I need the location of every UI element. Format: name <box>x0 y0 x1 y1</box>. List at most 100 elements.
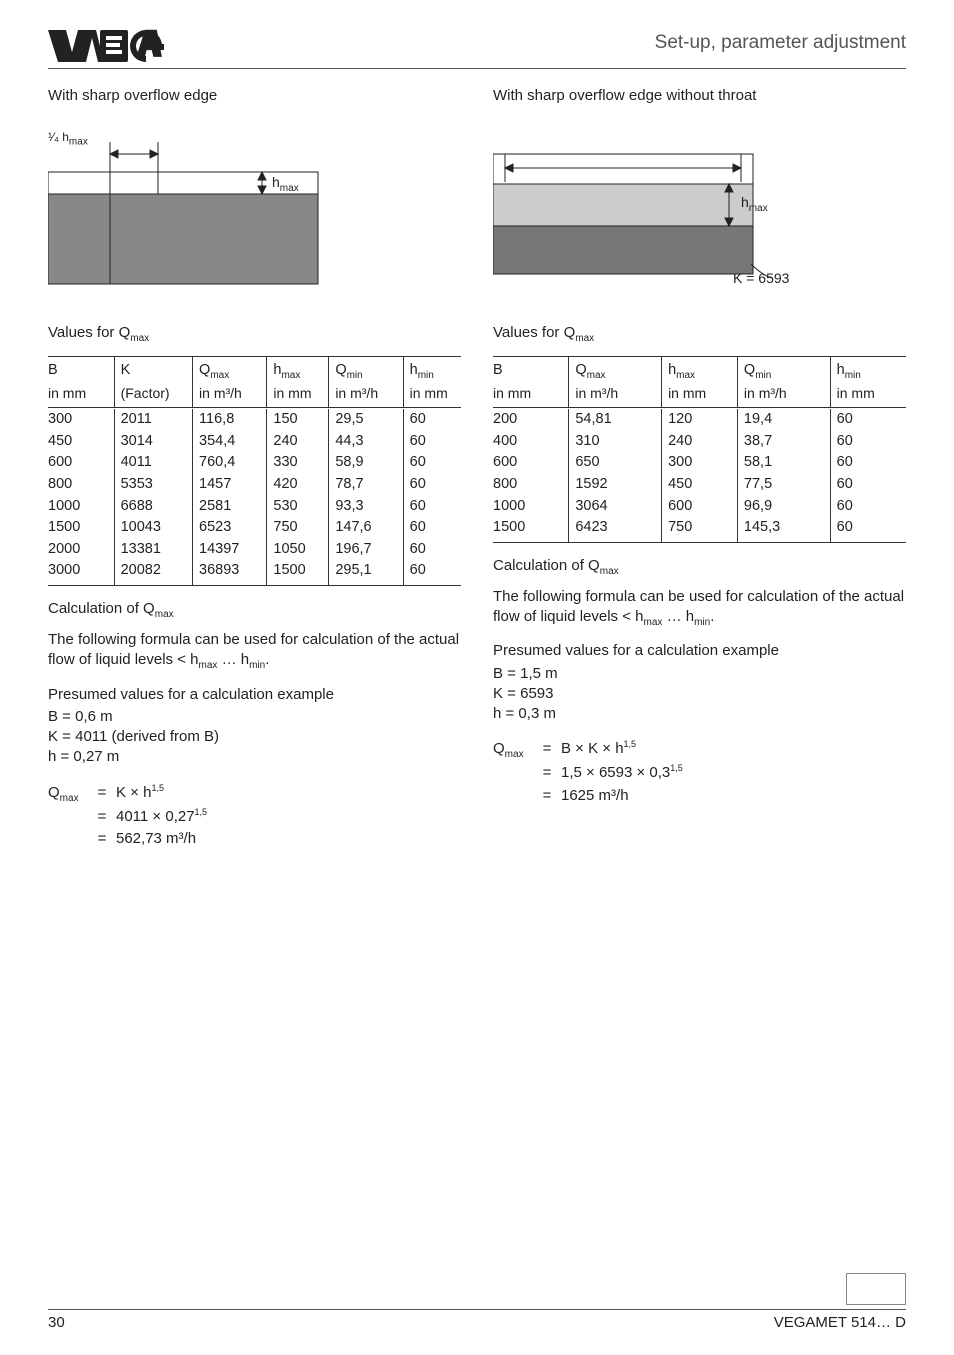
table-cell: 3014 <box>114 431 192 453</box>
table-cell: 150 <box>267 409 329 431</box>
table-cell: 60 <box>830 517 906 542</box>
presume-title-right: Presumed values for a calculation exampl… <box>493 641 906 661</box>
table-row: 300020082368931500295,160 <box>48 560 461 585</box>
calc-title-left: Calculation of Qmax <box>48 600 461 620</box>
table-row: 4503014354,424044,360 <box>48 431 461 453</box>
table-cell: 600 <box>662 496 738 518</box>
table-row: 6004011760,433058,960 <box>48 452 461 474</box>
table-cell: 1500 <box>48 517 114 539</box>
th: Qmax <box>569 357 662 384</box>
table-row: 3002011116,815029,560 <box>48 409 461 431</box>
table-cell: 530 <box>267 496 329 518</box>
left-title: With sharp overflow edge <box>48 87 461 104</box>
table-cell: 60 <box>403 517 461 539</box>
table-cell: 1000 <box>48 496 114 518</box>
th: Qmax <box>193 357 267 384</box>
th: in m³/h <box>329 383 403 407</box>
table-cell: 354,4 <box>193 431 267 453</box>
table-row: 15006423750145,360 <box>493 517 906 542</box>
table-cell: 196,7 <box>329 539 403 561</box>
th: in m³/h <box>737 383 830 407</box>
quarter-hmax-label: ¹⁄₄ hmax <box>48 130 88 147</box>
table-cell: 120 <box>662 409 738 431</box>
table-cell: 116,8 <box>193 409 267 431</box>
table-cell: 147,6 <box>329 517 403 539</box>
table-cell: 60 <box>403 496 461 518</box>
table-cell: 4011 <box>114 452 192 474</box>
footer-rule <box>48 1309 906 1310</box>
table-cell: 300 <box>48 409 114 431</box>
table-cell: 750 <box>267 517 329 539</box>
table-row: 40031024038,760 <box>493 431 906 453</box>
table-cell: 2581 <box>193 496 267 518</box>
presume-2l: K = 4011 (derived from B) <box>48 727 461 747</box>
table-cell: 330 <box>267 452 329 474</box>
table-cell: 3000 <box>48 560 114 585</box>
table-row: 1500100436523750147,660 <box>48 517 461 539</box>
table-cell: 60 <box>830 409 906 431</box>
presume-1l: B = 0,6 m <box>48 707 461 727</box>
th: B <box>493 357 569 384</box>
table-cell: 13381 <box>114 539 192 561</box>
th: in mm <box>48 383 114 407</box>
table-cell: 2011 <box>114 409 192 431</box>
table-cell: 450 <box>662 474 738 496</box>
table-cell: 240 <box>662 431 738 453</box>
table-cell: 1592 <box>569 474 662 496</box>
table-cell: 1000 <box>493 496 569 518</box>
th: hmin <box>830 357 906 384</box>
calc-text-right: The following formula can be used for ca… <box>493 587 906 630</box>
table-cell: 3064 <box>569 496 662 518</box>
th: Qmin <box>329 357 403 384</box>
table-cell: 60 <box>830 474 906 496</box>
table-cell: 36893 <box>193 560 267 585</box>
table-cell: 10043 <box>114 517 192 539</box>
formula-right: Qmax = B × K × h1,5 = 1,5 × 6593 × 0,31,… <box>493 738 906 807</box>
presume-3r: h = 0,3 m <box>493 704 906 724</box>
table-cell: 650 <box>569 452 662 474</box>
presume-title-left: Presumed values for a calculation exampl… <box>48 685 461 705</box>
k-label-right: K = 6593 <box>733 270 789 286</box>
footer-empty-box <box>846 1273 906 1305</box>
table-cell: 200 <box>493 409 569 431</box>
table-cell: 5353 <box>114 474 192 496</box>
header-rule <box>48 68 906 69</box>
th: in mm <box>830 383 906 407</box>
table-row: 60065030058,160 <box>493 452 906 474</box>
th: B <box>48 357 114 384</box>
table-cell: 14397 <box>193 539 267 561</box>
table-cell: 20082 <box>114 560 192 585</box>
table-cell: 60 <box>403 560 461 585</box>
table-row: 8005353145742078,760 <box>48 474 461 496</box>
table-cell: 750 <box>662 517 738 542</box>
table-cell: 58,9 <box>329 452 403 474</box>
table-cell: 400 <box>493 431 569 453</box>
table-row: 20054,8112019,460 <box>493 409 906 431</box>
table-cell: 1050 <box>267 539 329 561</box>
th: (Factor) <box>114 383 192 407</box>
hmax-label-left: hmax <box>272 174 299 194</box>
table-cell: 800 <box>48 474 114 496</box>
table-row: 800159245077,560 <box>493 474 906 496</box>
th: Qmin <box>737 357 830 384</box>
th: in mm <box>662 383 738 407</box>
formula-left: Qmax = K × h1,5 = 4011 × 0,271,5 = 562,7… <box>48 782 461 851</box>
table-cell: 60 <box>830 452 906 474</box>
table-cell: 600 <box>493 452 569 474</box>
table-cell: 19,4 <box>737 409 830 431</box>
footer-right: VEGAMET 514… D <box>774 1314 906 1331</box>
th: in m³/h <box>569 383 662 407</box>
th: K <box>114 357 192 384</box>
table-cell: 1500 <box>493 517 569 542</box>
th: hmax <box>267 357 329 384</box>
values-table-right: B Qmax hmax Qmin hmin in mm in m³/h in m… <box>493 356 906 543</box>
values-table-left: B K Qmax hmax Qmin hmin in mm (Factor) i… <box>48 356 461 586</box>
table-cell: 1500 <box>267 560 329 585</box>
table-cell: 77,5 <box>737 474 830 496</box>
table-cell: 240 <box>267 431 329 453</box>
presume-2r: K = 6593 <box>493 684 906 704</box>
table-cell: 6423 <box>569 517 662 542</box>
table-cell: 60 <box>830 431 906 453</box>
table-cell: 60 <box>403 539 461 561</box>
right-title: With sharp overflow edge without throat <box>493 87 906 104</box>
